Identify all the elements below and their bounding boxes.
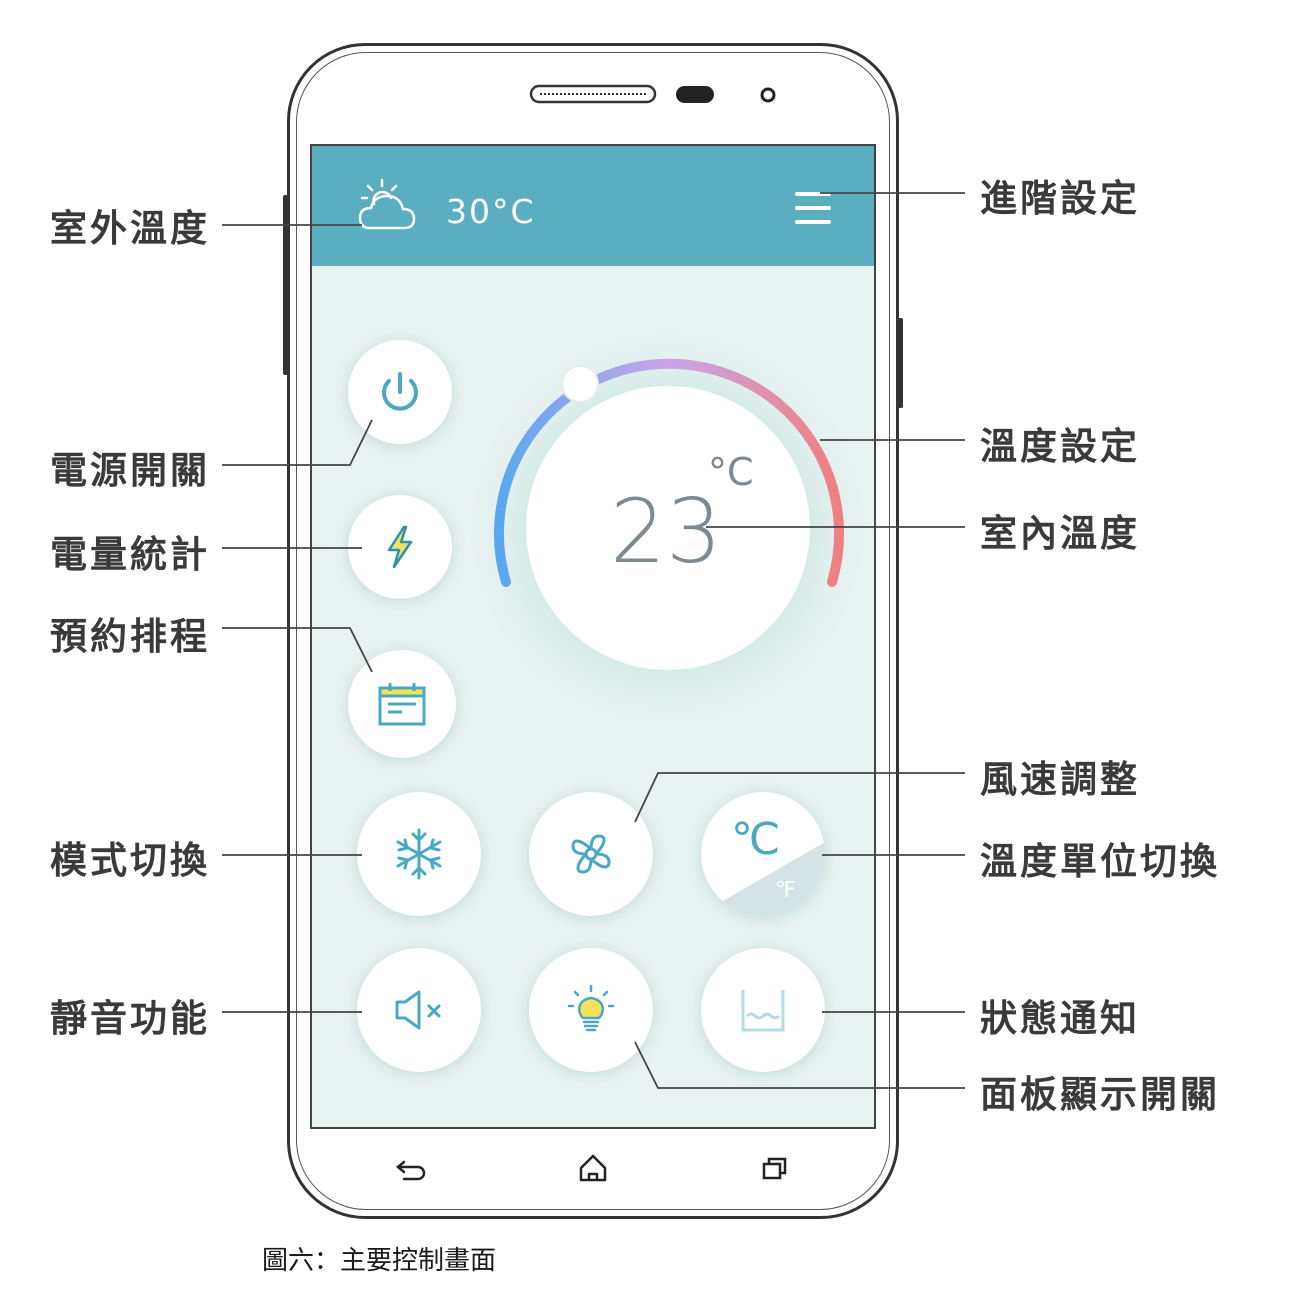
label-mute: 靜音功能	[50, 997, 210, 1040]
figure-caption: 圖六：主要控制畫面	[262, 1246, 497, 1276]
label-temp-setting: 溫度設定	[980, 425, 1140, 468]
label-status-notify: 狀態通知	[980, 997, 1140, 1040]
leader-schedule	[222, 627, 373, 673]
label-schedule: 預約排程	[50, 615, 210, 658]
label-mode-switch: 模式切換	[50, 839, 210, 882]
label-fan-speed: 風速調整	[980, 758, 1140, 801]
label-outdoor-temp: 室外溫度	[50, 207, 210, 250]
label-panel-display: 面板顯示開關	[980, 1073, 1220, 1116]
label-power-switch: 電源開關	[50, 449, 210, 492]
label-indoor-temp: 室內溫度	[980, 512, 1140, 555]
label-unit-switch: 溫度單位切換	[980, 840, 1220, 883]
leader-panel	[634, 1041, 965, 1089]
label-advanced-settings: 進階設定	[980, 177, 1140, 220]
label-power-stats: 電量統計	[50, 533, 210, 576]
leader-power	[222, 419, 373, 466]
leader-fan	[634, 772, 965, 823]
